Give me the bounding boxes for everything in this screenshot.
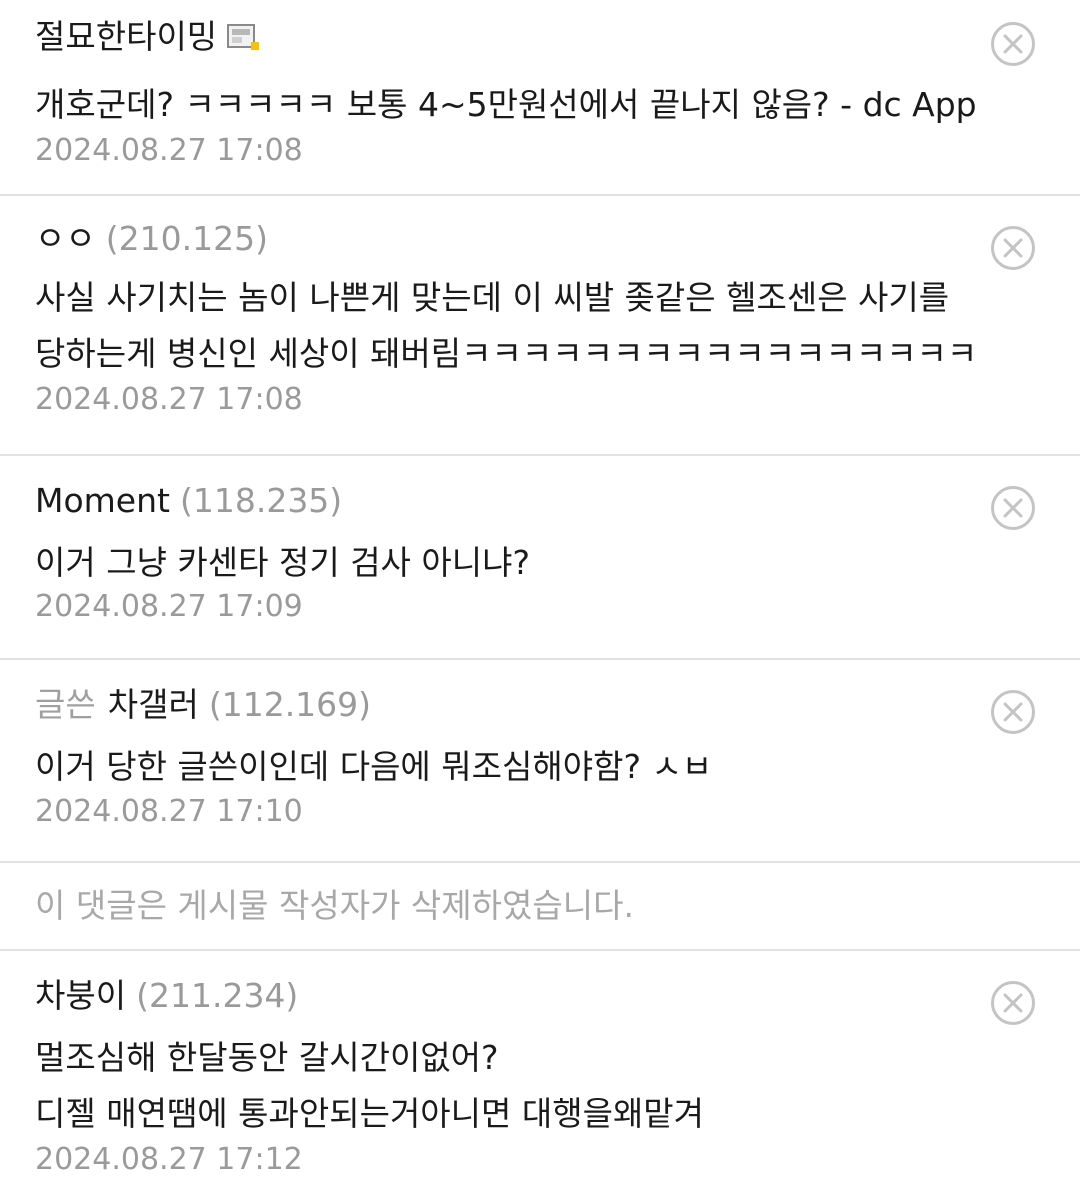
comment-date: 2024.08.27 17:10 [35,794,303,829]
delete-comment-button[interactable] [990,980,1036,1026]
comment-item: 글쓴 차갤러 (112.169) 이거 당한 글쓴이인데 다음에 뭐조심해야함? ㅅ… [0,660,1080,863]
comment-date: 2024.08.27 17:08 [35,382,303,417]
comment-text: 사실 사기치는 놈이 나쁜게 맞는데 이 씨발 좆같은 헬조센은 사기를 당하는… [35,270,1000,382]
comment-text: 이거 그냥 카센타 정기 검사 아니냐? [35,535,1000,591]
comment-nickname[interactable]: ㅇㅇ [35,219,96,258]
comment-header: 차붕이 (211.234) [35,976,1000,1016]
comment-ip: (211.234) [136,976,299,1015]
comment-item: ㅇㅇ (210.125) 사실 사기치는 놈이 나쁜게 맞는데 이 씨발 좆같은 … [0,196,1080,456]
comment-item: Moment (118.235) 이거 그냥 카센타 정기 검사 아니냐? 202… [0,456,1080,660]
comment-line: 멀조심해 한달동안 갈시간이없어? [35,1038,499,1077]
comment-nickname[interactable]: 차갤러 [108,685,199,724]
comment-ip: (118.235) [179,481,343,520]
comment-text: 이거 당한 글쓴이인데 다음에 뭐조심해야함? ㅅㅂ [35,739,1000,795]
comment-line: 개호군데? ㅋㅋㅋㅋㅋ 보통 4~5만원선에서 끝나지 않음? - dc App [35,85,977,124]
delete-comment-button[interactable] [990,485,1036,531]
deleted-comment-notice: 이 댓글은 게시물 작성자가 삭제하였습니다. [0,863,1080,951]
delete-comment-button[interactable] [990,21,1036,67]
comment-nickname[interactable]: Moment [35,481,170,520]
comment-line: 디젤 매연땜에 통과안되는거아니면 대행을왜맡겨 [35,1094,705,1133]
delete-comment-button[interactable] [990,689,1036,735]
comment-ip: (210.125) [105,219,268,258]
comment-item: 차붕이 (211.234) 멀조심해 한달동안 갈시간이없어? 디젤 매연땜에 통… [0,951,1080,1194]
comment-header: 절묘한타이밍 [35,17,1000,57]
comment-line: 이거 당한 글쓴이인데 다음에 뭐조심해야함? ㅅㅂ [35,747,713,786]
comment-text: 멀조심해 한달동안 갈시간이없어? 디젤 매연땜에 통과안되는거아니면 대행을왜… [35,1030,1000,1142]
comment-header: ㅇㅇ (210.125) [35,219,1000,259]
comment-nickname[interactable]: 절묘한타이밍 [35,17,217,56]
comment-header: 글쓴 차갤러 (112.169) [35,685,1000,725]
comment-date: 2024.08.27 17:08 [35,133,303,168]
comment-item: 절묘한타이밍 개호군데? ㅋㅋㅋㅋㅋ 보통 4~5만원선에서 끝나지 않음? -… [0,0,1080,196]
writer-badge: 글쓴 [35,685,96,724]
comment-date: 2024.08.27 17:09 [35,589,303,624]
comment-line: 사실 사기치는 놈이 나쁜게 맞는데 이 씨발 좆같은 헬조센은 사기를 [35,278,950,317]
comment-ip: (112.169) [208,685,372,724]
gallery-nickname-icon [227,24,260,50]
comment-text: 개호군데? ㅋㅋㅋㅋㅋ 보통 4~5만원선에서 끝나지 않음? - dc App [35,77,1000,133]
comment-date: 2024.08.27 17:12 [35,1142,303,1177]
comment-line: 당하는게 병신인 세상이 돼버림ㅋㅋㅋㅋㅋㅋㅋㅋㅋㅋㅋㅋㅋㅋㅋㅋㅋ [35,334,978,373]
comment-header: Moment (118.235) [35,481,1000,521]
delete-comment-button[interactable] [990,225,1036,271]
comment-line: 이거 그냥 카센타 정기 검사 아니냐? [35,543,531,582]
comment-nickname[interactable]: 차붕이 [35,976,126,1015]
